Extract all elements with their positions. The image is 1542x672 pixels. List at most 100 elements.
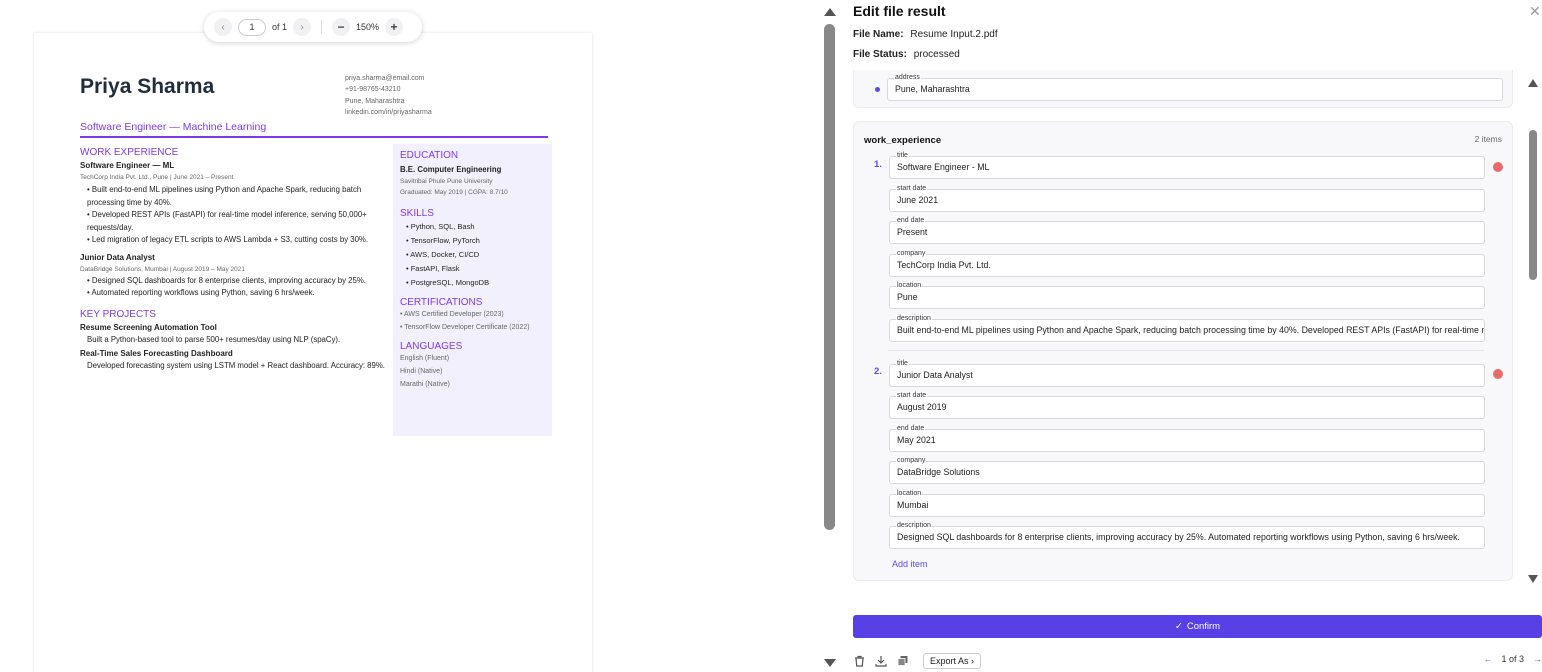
toolbar-divider [321,20,323,34]
job-title: Software Engineer — ML [80,161,175,170]
scroll-up-arrow-icon[interactable] [1528,79,1538,87]
next-arrow-icon[interactable]: → [1533,654,1542,664]
page-count: of 1 [272,22,288,32]
address-field[interactable]: Pune, Maharashtra [887,78,1503,101]
chevron-right-icon: › [971,656,975,666]
skill-item: • AWS, Docker, CI/CD [406,250,480,259]
resume-name: Priya Sharma [80,75,215,98]
pdf-page: Priya Sharma priya.sharma@email.com +91-… [34,33,592,672]
scroll-up-arrow-icon[interactable] [824,8,836,16]
scrollbar-thumb[interactable] [1529,130,1537,280]
project-desc: Developed forecasting system using LSTM … [87,361,385,370]
end-date-field[interactable]: Present [889,221,1485,244]
project-title: Resume Screening Automation Tool [80,322,217,332]
university: Savitribai Phule Pune University [400,178,493,185]
resume-linkedin: linkedin.com/in/priyasharma [345,108,432,116]
remove-item-icon[interactable] [1493,369,1503,379]
field-label: location [896,282,923,290]
end-date-field[interactable]: May 2021 [889,429,1485,452]
result-form: Pune, Maharashtra address work_experienc… [840,70,1542,590]
download-icon[interactable] [875,655,887,667]
add-item-link[interactable]: Add item [892,559,928,569]
company-field[interactable]: DataBridge Solutions [889,461,1485,484]
job-bullet: • Automated reporting workflows using Py… [87,288,315,297]
zoom-out-button[interactable]: − [332,18,351,36]
field-label: description [896,522,932,530]
pdf-toolbar: ‹ 1 of 1 › − 150% + [204,12,422,42]
skill-item: • FastAPI, Flask [406,264,460,273]
result-pager: ← 1 of 3 → [1483,654,1542,664]
skill-item: • TensorFlow, PyTorch [406,236,480,245]
projects-heading: KEY PROJECTS [80,308,156,320]
job-meta: DataBridge Solutions, Mumbai | August 20… [80,265,246,273]
resume-email: priya.sharma@email.com [345,75,425,82]
file-status-row: File Status: processed [853,49,960,60]
languages-heading: LANGUAGES [400,341,463,352]
scroll-down-arrow-icon[interactable] [824,659,836,667]
viewer-scrollbar[interactable] [822,0,838,672]
scroll-down-arrow-icon[interactable] [1528,575,1538,583]
location-field[interactable]: Mumbai [889,494,1485,517]
prev-page-button[interactable]: ‹ [214,18,232,36]
form-scrollbar[interactable] [1526,76,1540,586]
zoom-in-button[interactable]: + [385,18,404,36]
certifications-heading: CERTIFICATIONS [400,297,483,308]
skill-item: • PostgreSQL, MongoDB [406,278,490,287]
export-as-button[interactable]: Export As › [923,653,982,669]
panel-title: Edit file result [853,3,946,19]
skill-item: • Python, SQL, Bash [406,222,475,231]
field-label: company [896,457,927,465]
description-field[interactable]: Designed SQL dashboards for 8 enterprise… [889,526,1485,549]
prev-arrow-icon[interactable]: ← [1483,654,1492,664]
title-field[interactable]: Junior Data Analyst [889,364,1485,387]
start-date-field[interactable]: June 2021 [889,189,1485,212]
description-field[interactable]: Built end-to-end ML pipelines using Pyth… [889,319,1485,342]
field-label: location [896,490,923,498]
bottom-toolbar: Export As › ← 1 of 3 → [853,652,1542,670]
title-field[interactable]: Software Engineer - ML [889,156,1485,179]
skills-heading: SKILLS [400,208,434,219]
job-bullet: • Led migration of legacy ETL scripts to… [87,235,369,244]
export-label: Export As [930,656,969,666]
project-title: Real-Time Sales Forecasting Dashboard [80,349,233,358]
confirm-button[interactable]: ✓ Confirm [853,615,1542,638]
language-item: English (Fluent) [400,355,450,362]
field-label: end date [896,217,926,225]
work-heading: WORK EXPERIENCE [80,147,179,158]
resume-contact: priya.sharma@email.com +91-98765-43210 P… [345,73,432,118]
graduation: Graduated: May 2019 | CGPA: 8.7/10 [400,189,508,196]
job-meta: TechCorp India Pvt. Ltd., Pune | June 20… [80,174,234,181]
trash-icon[interactable] [853,655,865,667]
field-label: address [894,74,921,82]
confirm-label: Confirm [1186,621,1221,632]
degree: B.E. Computer Engineering [400,165,502,174]
resume-phone: +91-98765-43210 [345,86,401,94]
field-label: description [896,315,932,323]
close-icon[interactable]: ✕ [1529,3,1541,20]
field-label: start date [896,392,928,400]
job-bullet: • Developed REST APIs (FastAPI) for real… [87,210,367,232]
field-label: title [896,152,909,160]
company-field[interactable]: TechCorp India Pvt. Ltd. [889,254,1485,277]
resume-side-column: EDUCATION B.E. Computer Engineering Savi… [393,144,552,436]
job-title: Junior Data Analyst [80,252,155,262]
copy-icon[interactable] [897,655,909,667]
scrollbar-thumb[interactable] [824,24,835,530]
remove-item-icon[interactable] [1493,162,1503,172]
chevron-left-icon: ‹ [221,21,225,33]
item-divider [888,350,1484,351]
file-status-label: File Status: [853,49,907,60]
resume-subtitle: Software Engineer — Machine Learning [80,121,267,133]
zoom-level: 150% [356,22,380,32]
field-label: end date [896,425,926,433]
field-label: company [896,250,927,258]
job-bullet: • Built end-to-end ML pipelines using Py… [87,185,362,207]
location-field[interactable]: Pune [889,286,1485,309]
check-icon: ✓ [1174,621,1183,632]
item-count: 2 items [1474,134,1502,144]
start-date-field[interactable]: August 2019 [889,396,1485,419]
next-page-button[interactable]: › [293,18,312,36]
file-name-value: Resume Input.2.pdf [910,29,998,40]
page-number-input[interactable]: 1 [238,18,266,36]
item-index: 1. [874,159,882,170]
